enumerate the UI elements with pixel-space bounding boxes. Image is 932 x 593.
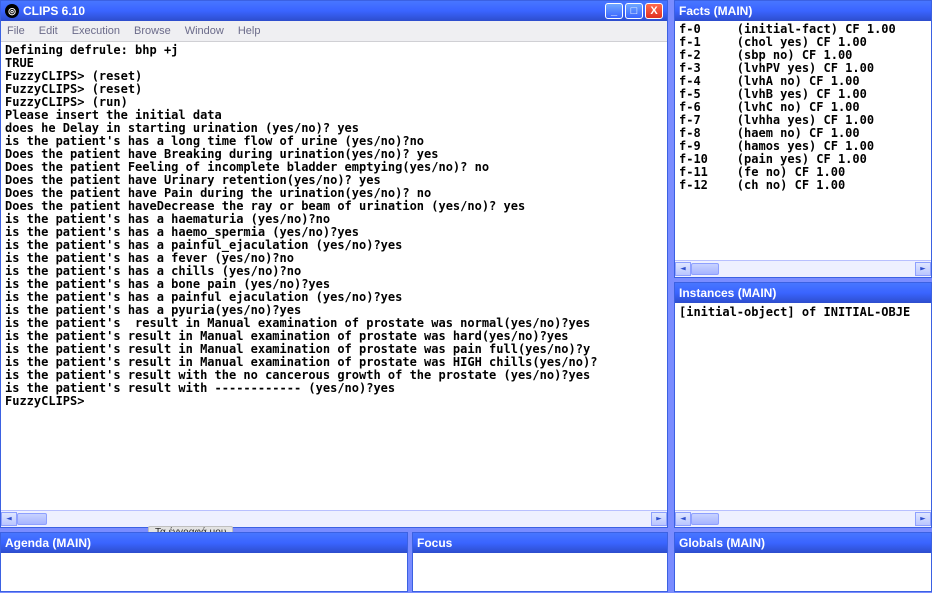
scroll-track[interactable] — [691, 262, 915, 276]
scroll-right-button[interactable]: ► — [651, 512, 667, 526]
titlebar[interactable]: Facts (MAIN) — [675, 1, 931, 21]
window-title: Agenda (MAIN) — [5, 536, 403, 550]
instances-content[interactable]: [initial-object] of INITIAL-OBJE — [675, 303, 931, 510]
titlebar[interactable]: Focus — [413, 533, 667, 553]
menu-bar: File Edit Execution Browse Window Help — [1, 21, 667, 42]
app-icon: ◎ — [5, 4, 19, 18]
minimize-button[interactable]: _ — [605, 3, 623, 19]
scroll-right-button[interactable]: ► — [915, 262, 931, 276]
facts-window: Facts (MAIN) f-0 (initial-fact) CF 1.00 … — [674, 0, 932, 278]
scroll-thumb[interactable] — [691, 263, 719, 275]
menu-help[interactable]: Help — [238, 25, 261, 37]
menu-file[interactable]: File — [7, 25, 25, 37]
window-title: Focus — [417, 536, 663, 550]
focus-content[interactable] — [413, 553, 667, 591]
menu-browse[interactable]: Browse — [134, 25, 171, 37]
facts-content[interactable]: f-0 (initial-fact) CF 1.00 f-1 (chol yes… — [675, 21, 931, 260]
scroll-thumb[interactable] — [17, 513, 47, 525]
maximize-button[interactable]: □ — [625, 3, 643, 19]
globals-window: Globals (MAIN) — [674, 532, 932, 592]
scroll-track[interactable] — [691, 512, 915, 526]
focus-window: Focus — [412, 532, 668, 592]
globals-content[interactable] — [675, 553, 931, 591]
titlebar[interactable]: ◎ CLIPS 6.10 _ □ X — [1, 1, 667, 21]
close-button[interactable]: X — [645, 3, 663, 19]
horizontal-scrollbar[interactable]: ◄ ► — [675, 510, 931, 527]
clips-main-window: ◎ CLIPS 6.10 _ □ X File Edit Execution B… — [0, 0, 668, 528]
window-title: Instances (MAIN) — [679, 286, 927, 300]
titlebar[interactable]: Globals (MAIN) — [675, 533, 931, 553]
scroll-right-button[interactable]: ► — [915, 512, 931, 526]
instances-window: Instances (MAIN) [initial-object] of INI… — [674, 282, 932, 528]
menu-edit[interactable]: Edit — [39, 25, 58, 37]
scroll-left-button[interactable]: ◄ — [1, 512, 17, 526]
window-title: CLIPS 6.10 — [23, 4, 605, 18]
instances-text: [initial-object] of INITIAL-OBJE — [675, 303, 931, 321]
agenda-content[interactable] — [1, 553, 407, 591]
horizontal-scrollbar[interactable]: ◄ ► — [1, 510, 667, 527]
terminal-content[interactable]: Defining defrule: bhp +j TRUE FuzzyCLIPS… — [1, 42, 667, 510]
menu-execution[interactable]: Execution — [72, 25, 120, 37]
window-title: Globals (MAIN) — [679, 536, 927, 550]
horizontal-scrollbar[interactable]: ◄ ► — [675, 260, 931, 277]
facts-list: f-0 (initial-fact) CF 1.00 f-1 (chol yes… — [675, 21, 931, 194]
menu-window[interactable]: Window — [185, 25, 224, 37]
scroll-left-button[interactable]: ◄ — [675, 262, 691, 276]
scroll-thumb[interactable] — [691, 513, 719, 525]
window-title: Facts (MAIN) — [679, 4, 927, 18]
desktop: ◎ CLIPS 6.10 _ □ X File Edit Execution B… — [0, 0, 932, 593]
window-buttons: _ □ X — [605, 3, 663, 19]
agenda-window: Agenda (MAIN) — [0, 532, 408, 592]
scroll-left-button[interactable]: ◄ — [675, 512, 691, 526]
titlebar[interactable]: Agenda (MAIN) — [1, 533, 407, 553]
titlebar[interactable]: Instances (MAIN) — [675, 283, 931, 303]
terminal-output[interactable]: Defining defrule: bhp +j TRUE FuzzyCLIPS… — [1, 42, 667, 410]
scroll-track[interactable] — [17, 512, 651, 526]
